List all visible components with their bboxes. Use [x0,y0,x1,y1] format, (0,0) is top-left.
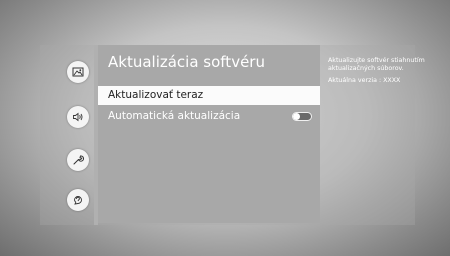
auto-update-toggle[interactable] [292,112,312,121]
support-icon[interactable] [67,189,89,211]
auto-update-label: Automatická aktualizácia [108,110,241,122]
wrench-icon[interactable] [67,149,89,171]
software-update-menu: Aktualizácia softvéru Aktualizovať teraz… [98,45,320,223]
menu-title: Aktualizácia softvéru [108,53,265,71]
update-now-item[interactable]: Aktualizovať teraz [98,86,320,105]
update-now-label: Aktualizovať teraz [108,89,204,101]
info-description: Aktualizujte softvér stiahnutím aktualiz… [328,57,425,72]
current-version: Aktuálna verzia : XXXX [328,77,401,84]
sound-icon[interactable] [67,106,89,128]
auto-update-item[interactable]: Automatická aktualizácia [98,107,320,126]
picture-icon[interactable] [67,61,89,83]
toggle-knob [293,113,300,120]
info-panel: Aktualizujte softvér stiahnutím aktualiz… [328,57,428,85]
settings-sidebar [58,45,98,225]
